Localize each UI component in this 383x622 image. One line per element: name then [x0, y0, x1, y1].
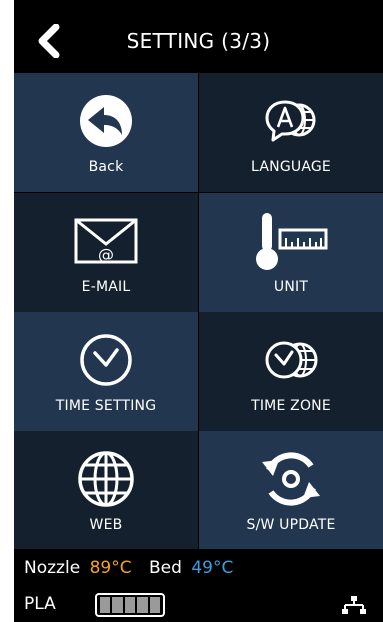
- material-label: PLA: [24, 594, 56, 614]
- language-button[interactable]: LANGUAGE: [199, 73, 383, 192]
- nozzle-temp: 89°C: [89, 558, 132, 578]
- clock-globe-icon: [265, 341, 318, 379]
- svg-text:@: @: [98, 245, 114, 264]
- time-zone-label: TIME ZONE: [251, 398, 331, 414]
- time-zone-button[interactable]: TIME ZONE: [199, 312, 383, 431]
- filament-segment: [124, 597, 136, 613]
- time-setting-button[interactable]: TIME SETTING: [14, 312, 198, 431]
- filament-segment: [100, 597, 111, 613]
- header: SETTING (3/3): [14, 0, 383, 73]
- page-title: SETTING (3/3): [126, 29, 271, 53]
- settings-grid: Back LANGUAGE @ E-MAIL UNIT TIME SETTING…: [14, 73, 383, 550]
- bed-label: Bed: [148, 558, 182, 578]
- language-label: LANGUAGE: [251, 159, 331, 175]
- unit-label: UNIT: [273, 279, 309, 295]
- back-arrow-icon: [80, 95, 132, 147]
- filament-segment: [149, 597, 161, 613]
- status-bar: Nozzle 89°C Bed 49°C PLA: [14, 549, 383, 622]
- globe-icon: [78, 451, 134, 507]
- filament-segment: [137, 597, 148, 613]
- filament-segment: [112, 597, 123, 613]
- thermometer-ruler-icon: [256, 213, 328, 270]
- web-button[interactable]: WEB: [14, 431, 198, 550]
- bed-temp: 49°C: [191, 558, 234, 578]
- time-setting-label: TIME SETTING: [55, 398, 157, 414]
- sw-update-label: S/W UPDATE: [246, 517, 336, 533]
- filament-gauge: [95, 593, 165, 617]
- update-sync-icon: [262, 452, 320, 506]
- email-label: E-MAIL: [81, 279, 131, 295]
- printer-screen: SETTING (3/3) Back LANGUAGE @ E-MAIL UNI…: [14, 0, 383, 622]
- language-globe-icon: [265, 100, 316, 142]
- email-button[interactable]: @ E-MAIL: [14, 193, 198, 312]
- temperature-readout: Nozzle 89°C Bed 49°C: [24, 558, 237, 578]
- network-icon: [342, 596, 366, 614]
- clock-icon: [80, 334, 132, 386]
- sw-update-button[interactable]: S/W UPDATE: [199, 431, 383, 550]
- web-label: WEB: [89, 517, 123, 533]
- back-label: Back: [88, 159, 124, 175]
- email-envelope-icon: @: [74, 218, 138, 264]
- nozzle-label: Nozzle: [24, 558, 81, 578]
- back-button[interactable]: Back: [14, 73, 198, 192]
- unit-button[interactable]: UNIT: [199, 193, 383, 312]
